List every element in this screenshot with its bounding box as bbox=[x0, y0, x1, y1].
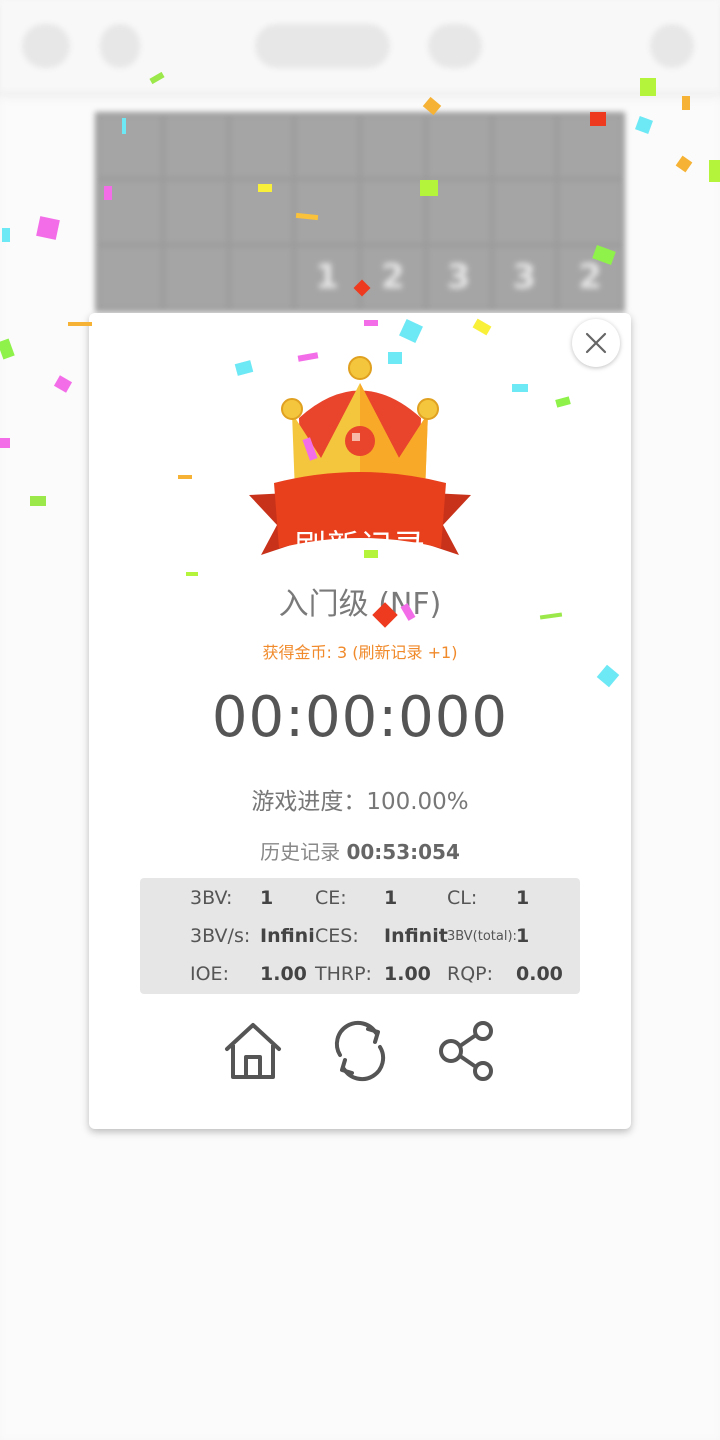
stat-label: THRP: bbox=[315, 963, 372, 985]
game-progress: 游戏进度：100.00% bbox=[251, 789, 469, 815]
history-record: 历史记录 00:53:054 bbox=[89, 836, 631, 865]
stat-value: 1.00 bbox=[384, 963, 431, 985]
stats-panel: 3BV: 1 CE: 1 CL: 1 3BV/s: Infini CES: In… bbox=[140, 878, 580, 994]
stat-label: RQP: bbox=[447, 963, 494, 985]
share-button[interactable] bbox=[435, 1019, 499, 1083]
restart-icon bbox=[334, 1020, 386, 1082]
stat-label: CE: bbox=[315, 887, 347, 909]
stat-label: 3BV(total): bbox=[447, 929, 517, 944]
stat-label: IOE: bbox=[190, 963, 229, 985]
stat-value: 1 bbox=[260, 887, 274, 909]
home-button[interactable] bbox=[221, 1019, 285, 1083]
stat-label: 3BV/s: bbox=[190, 925, 251, 947]
record-banner-text: 刷新记录 bbox=[293, 527, 426, 565]
stat-value: Infinit bbox=[384, 925, 448, 947]
game-time: 00:00:000 bbox=[211, 685, 509, 750]
stat-value: 1 bbox=[516, 887, 530, 909]
stat-value: 1 bbox=[384, 887, 398, 909]
result-dialog: 刷新记录 入门级 (NF) 获得金币: 3 (刷新记录 +1) 00:00:00… bbox=[89, 313, 631, 1129]
stat-label: CL: bbox=[447, 887, 478, 909]
difficulty-level: 入门级 (NF) bbox=[278, 587, 442, 622]
stat-value: 1.00 bbox=[260, 963, 307, 985]
history-value: 00:53:054 bbox=[346, 840, 460, 864]
action-bar bbox=[89, 1019, 631, 1089]
stat-value: 1 bbox=[516, 925, 530, 947]
share-icon bbox=[439, 1021, 493, 1081]
stat-label: 3BV: bbox=[190, 887, 233, 909]
stat-label: CES: bbox=[315, 925, 359, 947]
stat-value: 0.00 bbox=[516, 963, 563, 985]
history-label: 历史记录 bbox=[260, 840, 341, 864]
stat-value: Infini bbox=[260, 925, 315, 947]
home-icon bbox=[225, 1023, 281, 1079]
record-crown-badge: 刷新记录 bbox=[89, 343, 631, 565]
restart-button[interactable] bbox=[328, 1019, 392, 1083]
coins-earned: 获得金币: 3 (刷新记录 +1) bbox=[262, 643, 458, 662]
